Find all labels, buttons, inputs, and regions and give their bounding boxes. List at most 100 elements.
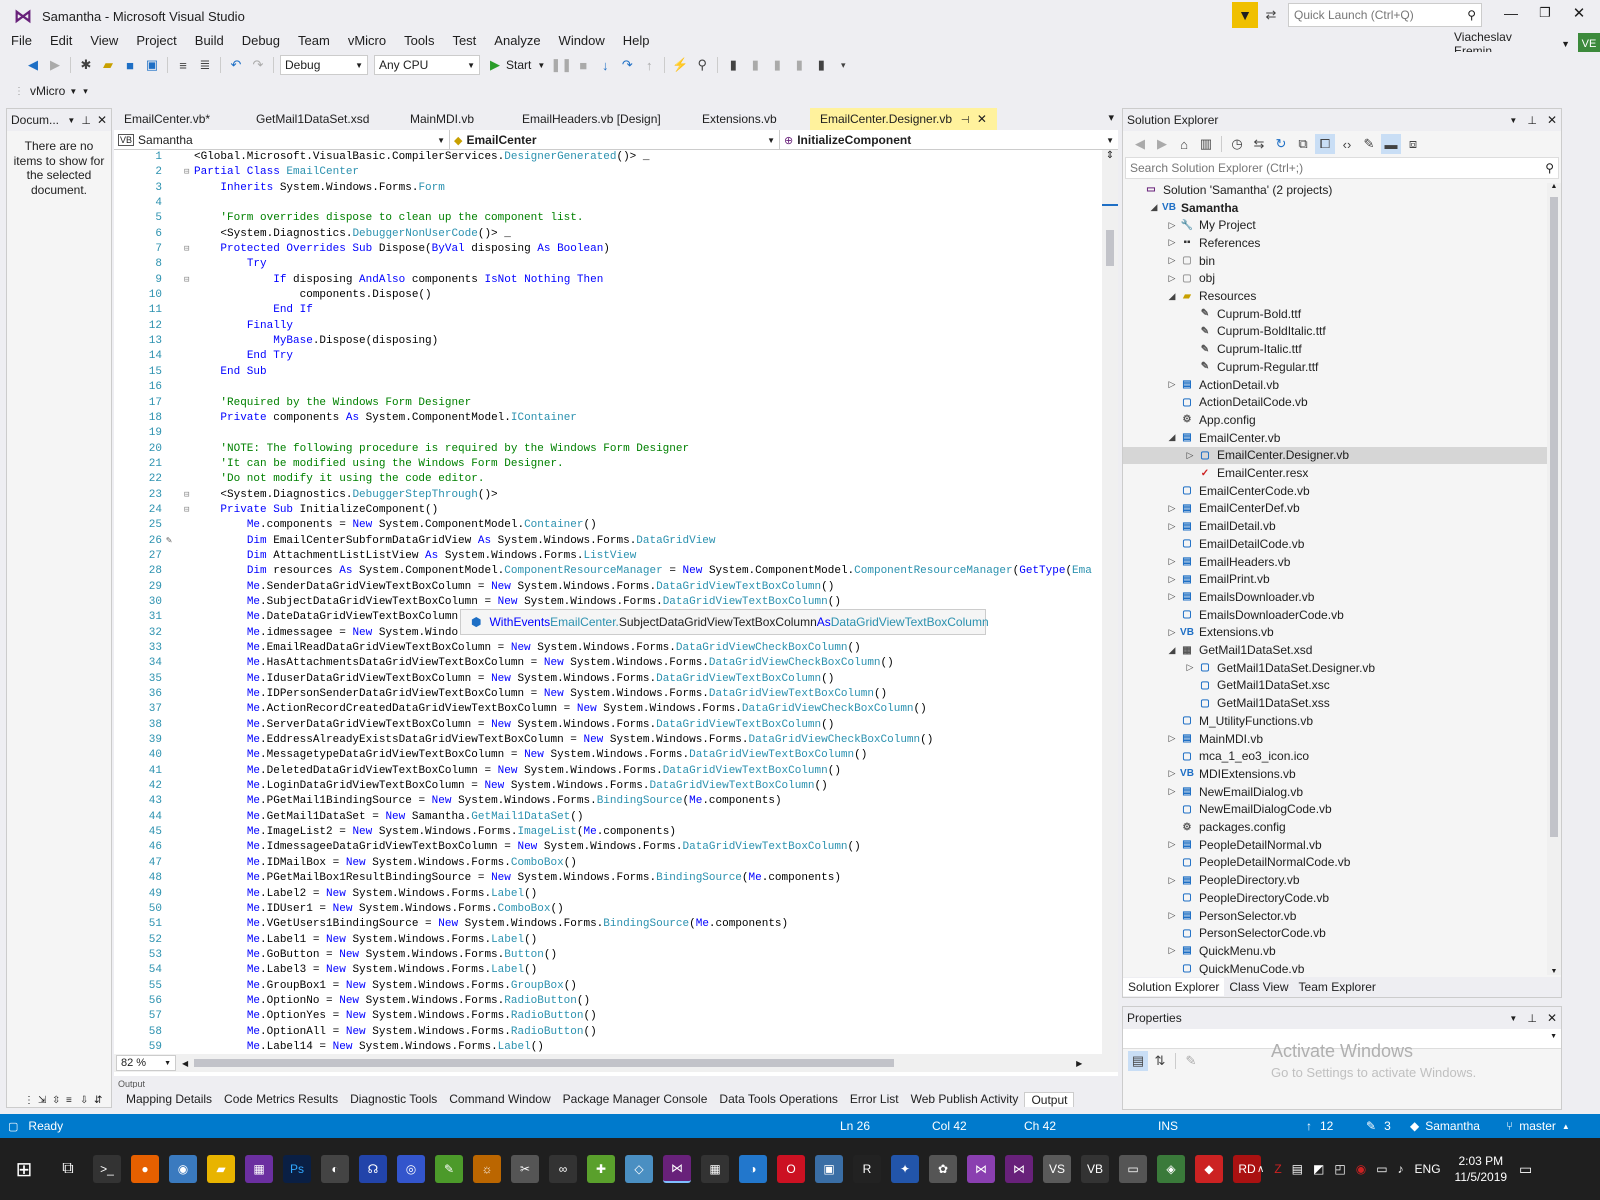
- split-icon[interactable]: ⇕: [1102, 150, 1118, 166]
- chevron-down-icon[interactable]: ▼: [1509, 116, 1517, 125]
- expander-icon[interactable]: ▷: [1165, 521, 1179, 532]
- chevron-down-icon[interactable]: ▼: [1509, 1014, 1517, 1023]
- tool-tab-web-publish-activity[interactable]: Web Publish Activity: [905, 1092, 1025, 1106]
- code-line[interactable]: 36 Me.IDPersonSenderDataGridViewTextBoxC…: [114, 687, 1104, 702]
- code-line[interactable]: 55 Me.GroupBox1 = New System.Windows.For…: [114, 979, 1104, 994]
- file-explorer-icon[interactable]: ▰: [207, 1155, 235, 1183]
- media-icon[interactable]: ◐: [321, 1155, 349, 1183]
- code-line[interactable]: 41 Me.DeletedDataGridViewTextBoxColumn =…: [114, 764, 1104, 779]
- save-all-icon[interactable]: ▣: [142, 55, 162, 75]
- tree-item-getmail1dataset-xsd[interactable]: ◢ ▦ GetMail1DataSet.xsd: [1165, 641, 1313, 659]
- pin-icon[interactable]: ⊥: [1527, 1012, 1537, 1025]
- tree-item-newemaildialog-vb[interactable]: ▷ ▤ NewEmailDialog.vb: [1165, 783, 1304, 801]
- code-line[interactable]: 8 Try: [114, 257, 1104, 272]
- property-pages-icon[interactable]: ✎: [1181, 1051, 1201, 1071]
- notepad-icon[interactable]: ✎: [435, 1155, 463, 1183]
- filezilla-icon[interactable]: Z: [1274, 1162, 1281, 1176]
- scroll-up-icon[interactable]: ▲: [1547, 183, 1561, 190]
- step-into-icon[interactable]: ↓: [595, 55, 615, 75]
- menu-item-view[interactable]: View: [81, 30, 127, 52]
- tab-overflow-icon[interactable]: ▾: [1108, 111, 1114, 124]
- network-icon[interactable]: ▤: [1292, 1162, 1303, 1176]
- tree-item-resources[interactable]: ◢ ▰ Resources: [1165, 287, 1257, 305]
- view-code-icon[interactable]: ‹›: [1337, 134, 1357, 154]
- sync-icon[interactable]: ⇆: [1249, 134, 1269, 154]
- tools-icon[interactable]: ✂: [511, 1155, 539, 1183]
- scroll-left-icon[interactable]: ◀: [182, 1059, 188, 1068]
- expander-icon[interactable]: ▷: [1165, 945, 1179, 956]
- tree-item-m-utilityfunctions-vb[interactable]: ▢ M_UtilityFunctions.vb: [1165, 712, 1313, 730]
- alphabetical-icon[interactable]: ⇅: [1150, 1051, 1170, 1071]
- tree-item-getmail1dataset-designer-vb[interactable]: ▷ ▢ GetMail1DataSet.Designer.vb: [1183, 659, 1376, 677]
- chevron-down-icon[interactable]: ▼: [1561, 39, 1570, 49]
- notifications-icon[interactable]: ▭: [1519, 1161, 1532, 1178]
- app-icon[interactable]: ◇: [625, 1155, 653, 1183]
- view-designer-icon[interactable]: ⧈: [1403, 134, 1423, 154]
- expander-icon[interactable]: ▷: [1165, 237, 1179, 248]
- pause-icon[interactable]: ❚❚: [550, 55, 572, 75]
- tool-tab-command-window[interactable]: Command Window: [443, 1092, 556, 1106]
- tree-item-newemaildialogcode-vb[interactable]: ▢ NewEmailDialogCode.vb: [1165, 801, 1331, 819]
- tree-item-emailcentercode-vb[interactable]: ▢ EmailCenterCode.vb: [1165, 482, 1309, 500]
- expander-icon[interactable]: ▷: [1165, 255, 1179, 266]
- code-line[interactable]: 16: [114, 380, 1104, 395]
- show-all-files-icon[interactable]: ⧠: [1315, 134, 1335, 154]
- tool-tab-diagnostic-tools[interactable]: Diagnostic Tools: [344, 1092, 443, 1106]
- code-line[interactable]: 40 Me.MessagetypeDataGridViewTextBoxColu…: [114, 748, 1104, 763]
- tree-item-emaildetail-vb[interactable]: ▷ ▤ EmailDetail.vb: [1165, 517, 1276, 535]
- bottom-tab-class-view[interactable]: Class View: [1224, 978, 1293, 996]
- code-line[interactable]: 29 Me.SenderDataGridViewTextBoxColumn = …: [114, 580, 1104, 595]
- close-icon[interactable]: ✕: [974, 112, 987, 126]
- expander-icon[interactable]: ▷: [1165, 220, 1179, 231]
- tree-item-emailsdownloadercode-vb[interactable]: ▢ EmailsDownloaderCode.vb: [1165, 606, 1343, 624]
- code-line[interactable]: 47 Me.IDMailBox = New System.Windows.For…: [114, 856, 1104, 871]
- find-icon[interactable]: ⚲: [692, 55, 712, 75]
- expander-icon[interactable]: ▷: [1165, 910, 1179, 921]
- menu-item-vmicro[interactable]: vMicro: [339, 30, 395, 52]
- clear-bookmarks-icon[interactable]: ▮: [811, 55, 831, 75]
- undo-icon[interactable]: ↶: [226, 55, 246, 75]
- tree-item-cuprum-italic-ttf[interactable]: ✎ Cuprum-Italic.ttf: [1183, 340, 1302, 358]
- app-icon[interactable]: VS: [1043, 1155, 1071, 1183]
- expander-icon[interactable]: ▷: [1165, 733, 1179, 744]
- document-tab[interactable]: GetMail1DataSet.xsd: [246, 108, 400, 130]
- resharper-icon[interactable]: R: [853, 1155, 881, 1183]
- tree-item-packages-config[interactable]: ⚙ packages.config: [1165, 818, 1286, 836]
- menu-item-file[interactable]: File: [2, 30, 41, 52]
- tree-item-mdiextensions-vb[interactable]: ▷ VB MDIExtensions.vb: [1165, 765, 1296, 783]
- hot-reload-icon[interactable]: ⚡: [670, 55, 690, 75]
- tree-item-getmail1dataset-xsc[interactable]: ▢ GetMail1DataSet.xsc: [1183, 677, 1329, 695]
- code-line[interactable]: 21 'It can be modified using the Windows…: [114, 457, 1104, 472]
- language-indicator[interactable]: ENG: [1415, 1162, 1441, 1176]
- document-tab[interactable]: MainMDI.vb: [400, 108, 512, 130]
- tree-item-emailheaders-vb[interactable]: ▷ ▤ EmailHeaders.vb: [1165, 553, 1291, 571]
- pin-icon[interactable]: ⊥: [81, 114, 91, 127]
- menu-item-edit[interactable]: Edit: [41, 30, 81, 52]
- app-icon[interactable]: ◑: [739, 1155, 767, 1183]
- expander-icon[interactable]: ▷: [1165, 379, 1179, 390]
- step-over-icon[interactable]: ↷: [617, 55, 637, 75]
- tree-item-peopledirectorycode-vb[interactable]: ▢ PeopleDirectoryCode.vb: [1165, 889, 1329, 907]
- minimize-icon[interactable]: —: [1494, 5, 1528, 21]
- expander-icon[interactable]: ▷: [1165, 839, 1179, 850]
- code-line[interactable]: 2 ⊟ Partial Class EmailCenter: [114, 165, 1104, 180]
- tool-tab-package-manager-console[interactable]: Package Manager Console: [557, 1092, 714, 1106]
- app-icon[interactable]: ☼: [473, 1155, 501, 1183]
- tree-item-personselector-vb[interactable]: ▷ ▤ PersonSelector.vb: [1165, 907, 1297, 925]
- expander-icon[interactable]: ▷: [1165, 875, 1179, 886]
- menu-item-build[interactable]: Build: [186, 30, 233, 52]
- bottom-tab-team-explorer[interactable]: Team Explorer: [1294, 978, 1381, 996]
- code-line[interactable]: 17 'Required by the Windows Form Designe…: [114, 396, 1104, 411]
- expander-icon[interactable]: ▷: [1183, 662, 1197, 673]
- code-area[interactable]: 1 <Global.Microsoft.VisualBasic.CompilerS…: [114, 150, 1104, 1062]
- app-icon[interactable]: ▣: [815, 1155, 843, 1183]
- tray-icon[interactable]: ◰: [1334, 1162, 1345, 1176]
- collapse-icon[interactable]: ⊟: [184, 242, 189, 257]
- archive-icon[interactable]: ▦: [245, 1155, 273, 1183]
- app-icon[interactable]: ◉: [169, 1155, 197, 1183]
- expander-icon[interactable]: ◢: [1165, 291, 1179, 302]
- switch-views-icon[interactable]: ▥: [1196, 134, 1216, 154]
- tree-item-solution-samantha-2-projects[interactable]: ▭ Solution 'Samantha' (2 projects): [1129, 181, 1332, 199]
- tool-tab-data-tools-operations[interactable]: Data Tools Operations: [713, 1092, 844, 1106]
- expander-icon[interactable]: ▷: [1165, 503, 1179, 514]
